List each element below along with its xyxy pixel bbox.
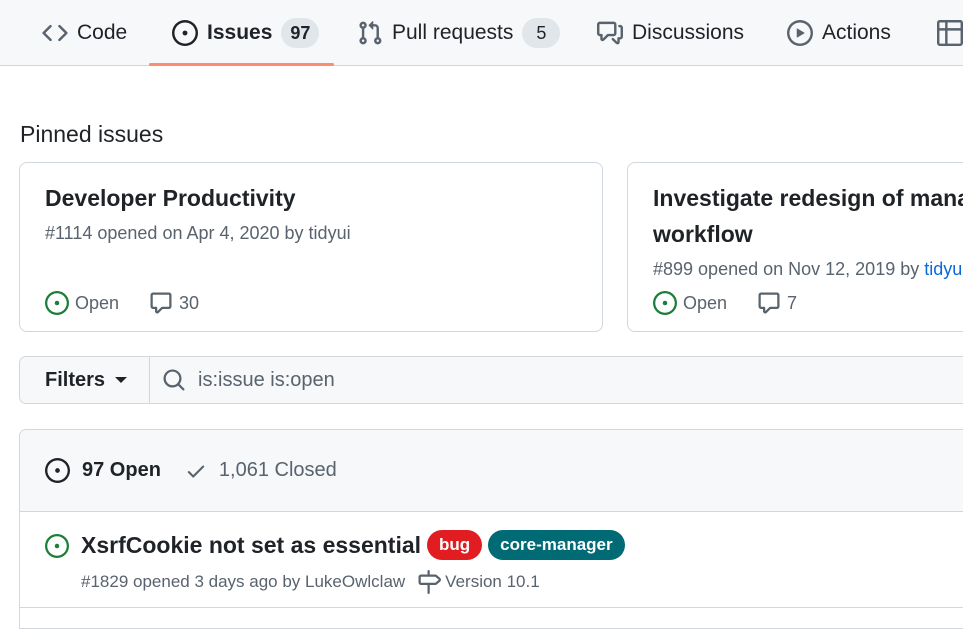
milestone-label: Version 10.1 — [445, 572, 540, 591]
pinned-issue-footer: Open 7 — [653, 291, 797, 315]
issue-opened-icon — [45, 291, 69, 315]
issue-meta: #1829 opened 3 days ago by LukeOwlclaw V… — [81, 570, 540, 594]
filters-button-label: Filters — [45, 368, 106, 391]
pinned-issue-meta: #899 opened on Nov 12, 2019 by tidyui — [653, 259, 963, 280]
pinned-issue-meta-text: #899 opened on Nov 12, 2019 by — [653, 259, 925, 279]
milestone-icon — [417, 570, 442, 594]
issue-state: Open — [653, 291, 727, 315]
selected-tab-underline — [149, 63, 334, 66]
comments-count: 7 — [787, 292, 798, 313]
pinned-issue-title[interactable]: Investigate redesign of mana workflow — [653, 180, 963, 252]
git-pull-request-icon — [357, 20, 383, 46]
issue-state-label: Open — [75, 292, 120, 313]
play-icon — [787, 20, 813, 46]
issue-row: XsrfCookie not set as essential bug core… — [20, 512, 963, 608]
pull-requests-count-badge: 5 — [522, 18, 561, 48]
pinned-issue-card[interactable]: Developer Productivity #1114 opened on A… — [19, 162, 603, 332]
filter-bar: Filters — [19, 356, 963, 404]
repo-nav: Code Issues 97 Pull requests 5 Discussio… — [0, 0, 963, 66]
comments-link[interactable]: 7 — [757, 291, 797, 315]
tab-discussions[interactable]: Discussions — [597, 0, 744, 66]
label-core-manager[interactable]: core-manager — [488, 530, 625, 560]
closed-issues-toggle[interactable]: 1,061 Closed — [185, 459, 337, 482]
issue-state-label: Open — [683, 292, 728, 313]
issue-title-link[interactable]: XsrfCookie not set as essential — [81, 532, 421, 559]
check-icon — [185, 460, 207, 482]
tab-code-label: Code — [77, 21, 128, 44]
tab-actions[interactable]: Actions — [787, 0, 891, 66]
issue-meta-text: #1829 opened 3 days ago by LukeOwlclaw — [81, 572, 406, 591]
issue-opened-icon — [172, 20, 198, 46]
comment-icon — [757, 291, 781, 315]
tab-pull-requests-label: Pull requests — [392, 21, 514, 44]
tab-code[interactable]: Code — [42, 0, 127, 66]
tab-issues-label: Issues — [207, 21, 273, 44]
author-link[interactable]: tidyui — [924, 259, 963, 279]
open-issues-toggle[interactable]: 97 Open — [45, 458, 161, 483]
comments-count: 30 — [179, 292, 200, 313]
issue-state: Open — [45, 291, 119, 315]
code-icon — [42, 20, 68, 46]
issue-search — [150, 357, 963, 403]
open-issues-label: 97 Open — [82, 459, 161, 481]
tab-issues[interactable]: Issues 97 — [172, 0, 320, 66]
pinned-issue-title[interactable]: Developer Productivity — [45, 180, 565, 216]
table-icon — [937, 20, 963, 46]
pinned-issue-card[interactable]: Investigate redesign of mana workflow #8… — [627, 162, 963, 332]
issue-opened-icon — [45, 458, 70, 483]
issues-count-badge: 97 — [281, 18, 320, 48]
tab-projects[interactable] — [937, 0, 963, 66]
label-bug[interactable]: bug — [427, 530, 483, 560]
comments-link[interactable]: 30 — [149, 291, 199, 315]
comment-icon — [149, 291, 173, 315]
closed-issues-label: 1,061 Closed — [218, 459, 337, 481]
issue-title-line: XsrfCookie not set as essential bug core… — [81, 530, 625, 560]
filters-button[interactable]: Filters — [20, 357, 150, 403]
pinned-issue-footer: Open 30 — [45, 291, 199, 315]
issues-list: 97 Open 1,061 Closed XsrfCookie not set … — [19, 429, 963, 629]
issue-opened-icon — [653, 291, 677, 315]
issues-list-header: 97 Open 1,061 Closed — [20, 430, 963, 512]
search-input[interactable] — [198, 368, 698, 392]
tab-pull-requests[interactable]: Pull requests 5 — [357, 0, 561, 66]
search-icon — [162, 368, 186, 392]
pinned-issue-meta: #1114 opened on Apr 4, 2020 by tidyui — [45, 223, 351, 243]
milestone-link[interactable]: Version 10.1 — [417, 570, 540, 594]
pinned-issues-heading: Pinned issues — [20, 121, 164, 147]
issue-opened-icon — [45, 534, 69, 558]
tab-discussions-label: Discussions — [632, 21, 745, 44]
tab-actions-label: Actions — [822, 21, 891, 44]
comment-discussion-icon — [597, 20, 623, 46]
triangle-down-icon — [115, 377, 128, 383]
